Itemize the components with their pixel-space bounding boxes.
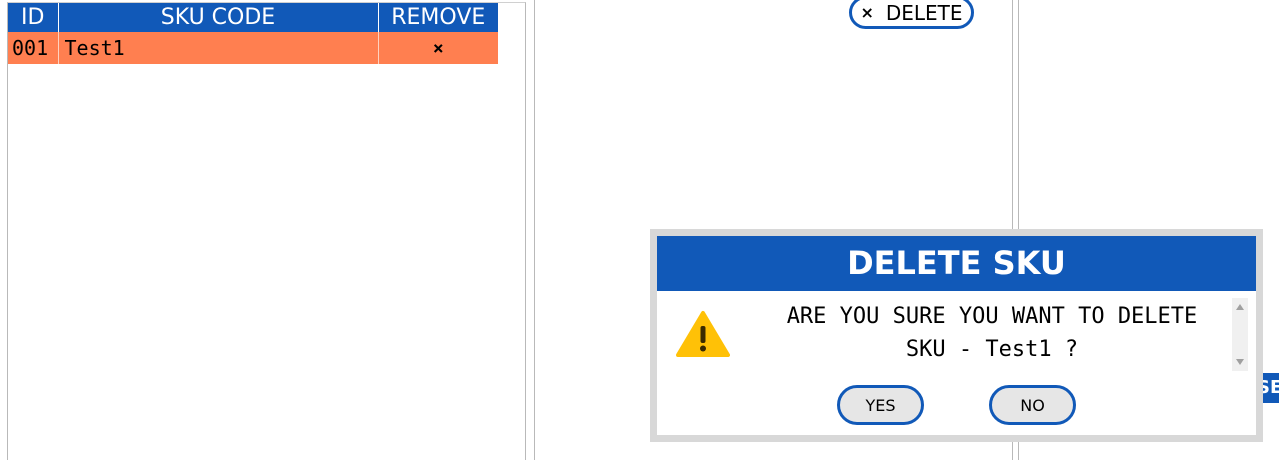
dialog-body: DELETE SKU ARE YOU SURE YOU WANT TO DELE…: [657, 236, 1256, 435]
table-row[interactable]: 001 Test1 ×: [8, 32, 498, 64]
scroll-up-icon[interactable]: [1236, 304, 1244, 310]
row-id-cell: 001: [8, 32, 59, 64]
panel-divider: [534, 0, 535, 460]
scroll-down-icon[interactable]: [1236, 359, 1244, 365]
close-icon: ×: [860, 3, 874, 22]
delete-sku-dialog: DELETE SKU ARE YOU SURE YOU WANT TO DELE…: [650, 229, 1263, 442]
sku-table: ID SKU CODE REMOVE 001 Test1 ×: [8, 3, 498, 64]
remove-row-button[interactable]: ×: [378, 32, 498, 64]
delete-button[interactable]: × DELETE: [849, 0, 974, 29]
message-scrollbar[interactable]: [1232, 298, 1248, 371]
column-header-sku-code[interactable]: SKU CODE: [58, 3, 379, 32]
no-button[interactable]: NO: [989, 385, 1076, 425]
yes-button[interactable]: YES: [837, 385, 924, 425]
dialog-message-line: ARE YOU SURE YOU WANT TO DELETE: [786, 304, 1198, 329]
warning-icon: [676, 311, 730, 357]
dialog-message: ARE YOU SURE YOU WANT TO DELETE SKU - Te…: [747, 300, 1237, 366]
sku-table-panel: ID SKU CODE REMOVE 001 Test1 ×: [7, 2, 526, 460]
row-sku-code-cell: Test1: [58, 32, 379, 64]
dialog-message-line: SKU - Test1 ?: [905, 337, 1079, 362]
column-header-remove[interactable]: REMOVE: [378, 3, 498, 32]
delete-button-label: DELETE: [885, 0, 963, 25]
column-header-id[interactable]: ID: [8, 3, 59, 32]
table-header-row: ID SKU CODE REMOVE: [8, 3, 498, 32]
dialog-title: DELETE SKU: [657, 236, 1256, 291]
